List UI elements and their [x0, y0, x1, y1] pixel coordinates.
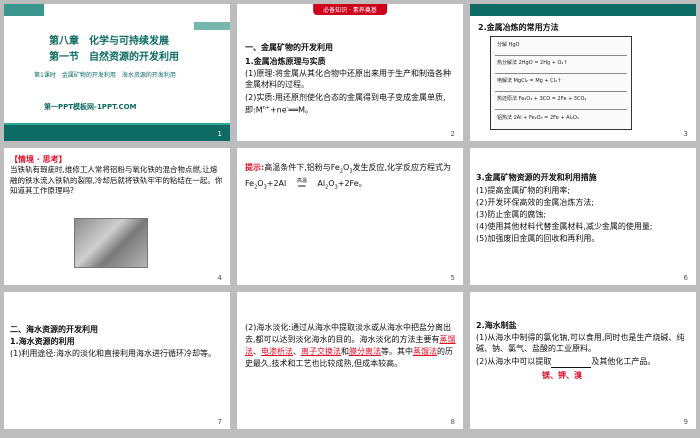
section-title: 第一节 自然资源的开发利用: [49, 52, 179, 63]
smelting-methods-diagram: 分解 HgO 热分解法 2HgO = 2Hg + O₂↑ 电解法 MgCl₂ =…: [490, 36, 632, 130]
slide-1[interactable]: 第八章 化学与可持续发展 第一节 自然资源的开发利用 第1课时 金属矿物的开发利…: [4, 4, 230, 141]
paragraph-2-text-c: ══M。: [288, 105, 314, 115]
slide-number: 6: [683, 274, 688, 282]
answer-text: 镁、钾、溴: [542, 371, 582, 380]
heading-2: 1.海水资源的利用: [10, 337, 75, 346]
slide-2[interactable]: 必备知识 · 素养奠基 一、金属矿物的开发利用 1.金属冶炼原理与实质 (1)原…: [237, 4, 463, 141]
method-membrane: 膜分离法: [349, 347, 381, 356]
paragraph-2: (2)从海水中可以提取​及其他化工产品。: [476, 356, 690, 368]
diagram-row-1: 分解 HgO: [497, 42, 520, 48]
heading: 2.海水制盐: [476, 321, 517, 330]
diagram-row-3: 电解法 MgCl₂ = Mg + Cl₂↑: [497, 78, 562, 84]
slide-8[interactable]: (2)海水淡化:通过从海水中提取淡水或从海水中把盐分离出去,都可以达到淡化海水的…: [237, 292, 463, 429]
hint-text-2e: +2Fe。: [337, 178, 367, 188]
slide-9[interactable]: 2.海水制盐 (1)从海水中制得的氯化钠,可以食用,同时也是生产烧碱、纯碱、钠、…: [470, 292, 696, 429]
decor-shape: [4, 4, 44, 16]
measure-item-1: (1)提高金属矿物的利用率;: [476, 186, 571, 195]
hint-text-2c: Al: [317, 178, 326, 188]
heading: 2.金属冶炼的常用方法: [478, 23, 559, 32]
paragraph-1: (1)从海水中制得的氯化钠,可以食用,同时也是生产烧碱、纯碱、钠、氯气、盐酸的工…: [476, 333, 685, 353]
hint-label: 提示:: [245, 163, 265, 172]
method-distillation-2: 蒸馏法: [413, 347, 437, 356]
slide-4[interactable]: 【情境 · 思考】 当铁轨有瑕疵时,维修工人常将铝粉与氧化铁的混合物点燃,让熔融…: [4, 148, 230, 285]
measure-item-2: (2)开发环保高效的金属冶炼方法;: [476, 198, 595, 207]
slide-number: 4: [217, 274, 222, 282]
paragraph-1: (1)原理:将金属从其化合物中还原出来用于生产和制造各种金属材料的过程。: [245, 69, 452, 89]
diagram-row-4: 热还原法 Fe₂O₃ + 3CO = 2Fe + 3CO₂: [497, 96, 587, 102]
bottom-band: [4, 123, 230, 141]
hint-text: 提示:高温条件下,铝粉与Fe2O3发生反应,化学反应方程式为Fe2O3+2Al …: [245, 163, 452, 191]
diagram-row-2: 热分解法 2HgO = 2Hg + O₂↑: [497, 60, 568, 66]
section-badge: 必备知识 · 素养奠基: [313, 4, 387, 15]
chapter-title: 第八章 化学与可持续发展: [49, 36, 169, 47]
method-ion-exchange: 离子交换法: [301, 347, 341, 356]
measure-item-3: (3)防止金属的腐蚀;: [476, 210, 547, 219]
slide-6[interactable]: 3.金属矿物资源的开发和利用措施 (1)提高金属矿物的利用率; (2)开发环保高…: [470, 148, 696, 285]
slide-number: 9: [683, 418, 688, 426]
paragraph: (1)利用途径:海水的淡化和直接利用海水进行循环冷却等。: [10, 349, 217, 358]
heading: 3.金属矿物资源的开发和利用措施: [476, 173, 597, 182]
answer-blank: ​: [551, 356, 592, 368]
scenario-text: 当铁轨有瑕疵时,维修工人常将铝粉与氧化铁的混合物点燃,让熔融的铁水流入铁轨的裂隙…: [10, 165, 223, 195]
measure-item-4: (4)使用其他材料代替金属材料,减少金属的使用量;: [476, 222, 653, 231]
rail-welding-photo: [74, 218, 148, 268]
text-c: 等。其中: [381, 347, 413, 356]
hint-text-1: 高温条件下,铝粉与Fe: [264, 163, 340, 172]
method-electrodialysis: 电渗析法: [261, 347, 293, 356]
slide-3[interactable]: 2.金属冶炼的常用方法 分解 HgO 热分解法 2HgO = 2Hg + O₂↑…: [470, 4, 696, 141]
decor-shape: [194, 22, 230, 30]
reaction-arrow: ══: [298, 182, 306, 190]
heading-1: 二、海水资源的开发利用: [10, 325, 98, 334]
diagram-row-5: 铝热法 2Al + Fe₂O₃ = 2Fe + Al₂O₃: [497, 115, 579, 121]
slide-number: 7: [217, 418, 222, 426]
paragraph-2: (2)实质:用还原剂使化合态的金属得到电子变成金属单质,即:Mn++ne-══M…: [245, 93, 446, 115]
hint-text-2b: +2Al: [266, 178, 287, 188]
slide-number: 2: [450, 130, 455, 138]
heading-2: 1.金属冶炼原理与实质: [245, 57, 326, 66]
text-b: 和: [341, 347, 349, 356]
slide-number: 8: [450, 418, 455, 426]
scenario-tag: 【情境 · 思考】: [10, 155, 67, 164]
heading-1: 一、金属矿物的开发利用: [245, 43, 333, 52]
paragraph-2-text: (2)从海水中可以提取: [476, 357, 552, 366]
paragraph-2-text-b: 及其他化工产品。: [591, 357, 656, 366]
text-a: (2)海水淡化:通过从海水中提取淡水或从海水中把盐分离出去,都可以达到淡化海水的…: [245, 323, 452, 344]
slide-5[interactable]: 提示:高温条件下,铝粉与Fe2O3发生反应,化学反应方程式为Fe2O3+2Al …: [237, 148, 463, 285]
paragraph-2-text-b: +ne: [269, 105, 287, 115]
desalination-text: (2)海水淡化:通过从海水中提取淡水或从海水中把盐分离出去,都可以达到淡化海水的…: [245, 323, 456, 368]
slide-number: 3: [683, 130, 688, 138]
measure-item-5: (5)加强废旧金属的回收和再利用。: [476, 234, 600, 243]
footer-text: 第一PPT模板网-1PPT.COM: [44, 103, 137, 111]
slide-7[interactable]: 二、海水资源的开发利用 1.海水资源的利用 (1)利用途径:海水的淡化和直接利用…: [4, 292, 230, 429]
lesson-title: 第1课时 金属矿物的开发利用 海水资源的开发利用: [34, 72, 176, 79]
slide-number: 5: [450, 274, 455, 282]
slide-number: 1: [217, 130, 222, 138]
